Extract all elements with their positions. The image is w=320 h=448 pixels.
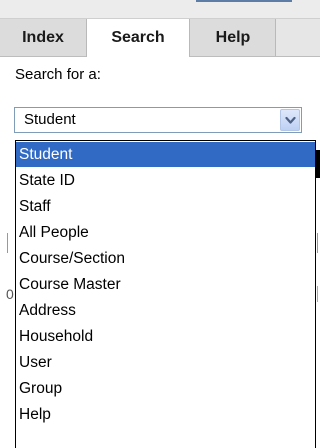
background-text-fragment: 0 [6,286,14,302]
option-course-section[interactable]: Course/Section [16,246,315,271]
option-all-people[interactable]: All People [16,220,315,245]
chevron-down-icon [285,116,296,124]
search-for-label: Search for a: [15,66,101,83]
option-state-id[interactable]: State ID [16,168,315,193]
search-type-dropdown-list[interactable]: Student State ID Staff All People Course… [15,140,316,448]
tab-index[interactable]: Index [0,19,86,56]
tab-bar-filler [276,19,320,56]
option-staff[interactable]: Staff [16,194,315,219]
search-type-selected-value: Student [24,111,76,128]
search-panel: Index Search Help Search for a: Student … [0,0,320,448]
tab-help[interactable]: Help [191,19,276,56]
option-household[interactable]: Household [16,324,315,349]
background-divider-right [317,233,318,253]
option-student[interactable]: Student [16,142,315,167]
option-user[interactable]: User [16,350,315,375]
option-address[interactable]: Address [16,298,315,323]
tab-bar: Index Search Help [0,19,320,57]
option-group[interactable]: Group [16,376,315,401]
top-band [0,0,320,19]
option-course-master[interactable]: Course Master [16,272,315,297]
tab-search[interactable]: Search [86,19,190,57]
option-help[interactable]: Help [16,402,315,427]
background-page-edge [316,150,320,178]
background-bracket [317,286,318,302]
background-divider [7,233,8,253]
search-type-select[interactable]: Student [14,107,302,133]
top-accent [196,0,292,2]
dropdown-button[interactable] [280,109,300,131]
